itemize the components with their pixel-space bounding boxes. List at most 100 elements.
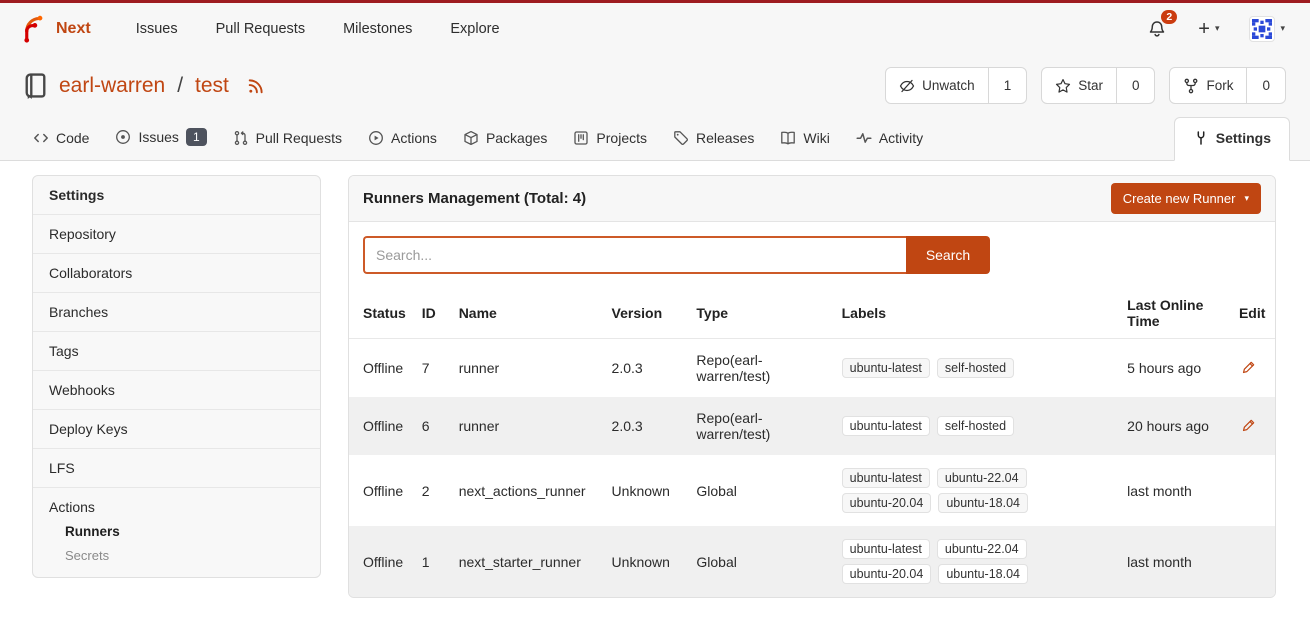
watch-button-group: Unwatch 1 bbox=[885, 67, 1027, 104]
sidebar-item-secrets[interactable]: Secrets bbox=[65, 548, 304, 563]
tab-label: Pull Requests bbox=[256, 130, 342, 146]
runner-last-online: last month bbox=[1119, 455, 1231, 526]
runner-status: Offline bbox=[349, 526, 414, 597]
package-icon bbox=[463, 130, 479, 146]
runner-name: runner bbox=[451, 339, 604, 398]
issue-opened-icon bbox=[115, 129, 131, 145]
runner-last-online: 5 hours ago bbox=[1119, 339, 1231, 398]
label-chip: ubuntu-22.04 bbox=[937, 468, 1027, 488]
tab-label: Actions bbox=[391, 130, 437, 146]
sidebar-item-actions[interactable]: Actions bbox=[49, 499, 95, 515]
tab-wiki[interactable]: Wiki bbox=[767, 118, 842, 160]
sidebar-item-runners[interactable]: Runners bbox=[65, 524, 304, 539]
sidebar-item-collaborators[interactable]: Collaborators bbox=[33, 253, 320, 292]
avatar bbox=[1249, 16, 1275, 42]
plus-icon: + bbox=[1198, 20, 1210, 38]
panel-title: Runners Management (Total: 4) bbox=[363, 190, 586, 207]
runners-panel-header: Runners Management (Total: 4) Create new… bbox=[349, 176, 1275, 222]
page-header: Next Issues Pull Requests Milestones Exp… bbox=[0, 3, 1310, 161]
runner-type: Global bbox=[688, 455, 833, 526]
navbar: Next Issues Pull Requests Milestones Exp… bbox=[0, 3, 1310, 54]
label-chip: self-hosted bbox=[937, 358, 1014, 378]
runner-name: runner bbox=[451, 397, 604, 455]
tab-code[interactable]: Code bbox=[20, 118, 102, 160]
create-runner-label: Create new Runner bbox=[1123, 191, 1236, 206]
stars-count[interactable]: 0 bbox=[1116, 68, 1155, 103]
repo-title: earl-warren / test bbox=[22, 72, 265, 99]
runner-type: Repo(earl-warren/test) bbox=[688, 397, 833, 455]
forks-count[interactable]: 0 bbox=[1246, 68, 1285, 103]
fork-label: Fork bbox=[1206, 78, 1233, 93]
runners-table: Status ID Name Version Type Labels Last … bbox=[349, 288, 1275, 597]
fork-button[interactable]: Fork bbox=[1170, 68, 1246, 103]
fork-icon bbox=[1183, 78, 1199, 94]
label-chip: ubuntu-latest bbox=[842, 539, 930, 559]
sidebar-item-webhooks[interactable]: Webhooks bbox=[33, 370, 320, 409]
rss-feed-icon[interactable] bbox=[247, 77, 265, 95]
caret-down-icon: ▾ bbox=[1280, 23, 1285, 34]
col-header-last-online: Last Online Time bbox=[1119, 288, 1231, 339]
repo-name-link[interactable]: test bbox=[195, 74, 229, 98]
repo-separator: / bbox=[177, 74, 183, 98]
nav-link-issues[interactable]: Issues bbox=[117, 21, 197, 37]
home-link[interactable]: Next bbox=[17, 14, 91, 44]
create-new-menu[interactable]: + ▾ bbox=[1198, 20, 1219, 38]
notifications-button[interactable]: 2 bbox=[1146, 16, 1168, 42]
runner-last-online: 20 hours ago bbox=[1119, 397, 1231, 455]
repo-actions: Unwatch 1 Star 0 bbox=[885, 67, 1286, 104]
sidebar-item-deploy-keys[interactable]: Deploy Keys bbox=[33, 409, 320, 448]
watchers-count[interactable]: 1 bbox=[988, 68, 1027, 103]
col-header-version: Version bbox=[604, 288, 689, 339]
search-input[interactable] bbox=[363, 236, 906, 274]
search-button[interactable]: Search bbox=[906, 236, 990, 274]
tab-actions[interactable]: Actions bbox=[355, 118, 450, 160]
sidebar-item-tags[interactable]: Tags bbox=[33, 331, 320, 370]
runners-panel: Runners Management (Total: 4) Create new… bbox=[348, 175, 1276, 598]
unwatch-button[interactable]: Unwatch bbox=[886, 68, 988, 103]
tab-releases[interactable]: Releases bbox=[660, 118, 767, 160]
runner-status: Offline bbox=[349, 455, 414, 526]
tab-label: Issues bbox=[138, 129, 178, 145]
repo-owner-link[interactable]: earl-warren bbox=[59, 74, 165, 98]
tab-label: Code bbox=[56, 130, 89, 146]
tab-issues[interactable]: Issues 1 bbox=[102, 116, 219, 160]
label-chip: ubuntu-22.04 bbox=[937, 539, 1027, 559]
pencil-icon bbox=[1241, 418, 1256, 433]
sidebar-item-lfs[interactable]: LFS bbox=[33, 448, 320, 487]
play-circle-icon bbox=[368, 130, 384, 146]
project-board-icon bbox=[573, 130, 589, 146]
runner-labels: ubuntu-latest self-hosted bbox=[842, 358, 1038, 378]
edit-runner-button[interactable] bbox=[1239, 416, 1258, 435]
create-runner-button[interactable]: Create new Runner ▾ bbox=[1111, 183, 1261, 214]
nav-link-milestones[interactable]: Milestones bbox=[324, 21, 431, 37]
sidebar-title: Settings bbox=[33, 176, 320, 214]
tab-pull-requests[interactable]: Pull Requests bbox=[220, 118, 355, 160]
nav-link-explore[interactable]: Explore bbox=[431, 21, 518, 37]
tab-projects[interactable]: Projects bbox=[560, 118, 660, 160]
tab-label: Releases bbox=[696, 130, 754, 146]
runner-type: Global bbox=[688, 526, 833, 597]
book-open-icon bbox=[780, 130, 796, 146]
tab-settings[interactable]: Settings bbox=[1174, 117, 1290, 161]
tab-packages[interactable]: Packages bbox=[450, 118, 560, 160]
star-button-group: Star 0 bbox=[1041, 67, 1155, 104]
edit-runner-button[interactable] bbox=[1239, 358, 1258, 377]
nav-link-pull-requests[interactable]: Pull Requests bbox=[197, 21, 324, 37]
label-chip: ubuntu-20.04 bbox=[842, 493, 932, 513]
sidebar-item-branches[interactable]: Branches bbox=[33, 292, 320, 331]
runner-labels: ubuntu-latest self-hosted bbox=[842, 416, 1038, 436]
table-row: Offline 2 next_actions_runner Unknown Gl… bbox=[349, 455, 1275, 526]
user-menu[interactable]: ▾ bbox=[1249, 16, 1285, 42]
sidebar-item-repository[interactable]: Repository bbox=[33, 214, 320, 253]
runner-status: Offline bbox=[349, 339, 414, 398]
label-chip: ubuntu-18.04 bbox=[938, 564, 1028, 584]
runner-search-row: Search bbox=[349, 222, 1275, 288]
unwatch-label: Unwatch bbox=[922, 78, 975, 93]
tab-activity[interactable]: Activity bbox=[843, 118, 936, 160]
star-button[interactable]: Star bbox=[1042, 68, 1116, 103]
runner-id: 2 bbox=[414, 455, 451, 526]
tab-label: Wiki bbox=[803, 130, 829, 146]
label-chip: self-hosted bbox=[937, 416, 1014, 436]
runner-type: Repo(earl-warren/test) bbox=[688, 339, 833, 398]
settings-sidebar: Settings Repository Collaborators Branch… bbox=[32, 175, 321, 578]
